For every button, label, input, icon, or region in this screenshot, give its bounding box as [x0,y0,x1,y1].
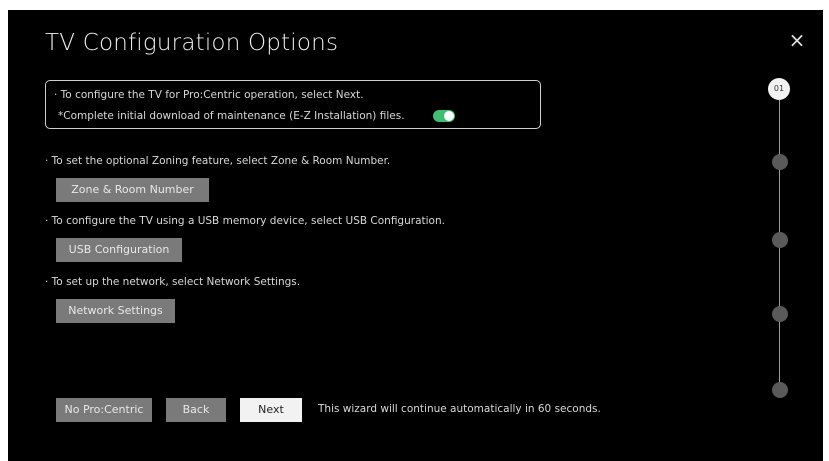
zone-room-number-button[interactable]: Zone & Room Number [56,178,209,202]
step-5-indicator [772,382,788,398]
step-1-indicator: 01 [768,78,790,100]
usb-configuration-button[interactable]: USB Configuration [56,238,182,262]
network-instruction: · To set up the network, select Network … [45,276,301,288]
tv-screen: TV Configuration Options × · To configur… [8,10,823,461]
usb-instruction: · To configure the TV using a USB memory… [45,215,445,227]
next-button[interactable]: Next [240,398,302,422]
step-2-indicator [772,154,788,170]
auto-continue-notice: This wizard will continue automatically … [318,403,601,415]
back-button[interactable]: Back [166,398,226,422]
step-4-indicator [772,306,788,322]
step-3-indicator [772,232,788,248]
toggle-knob [444,111,454,121]
no-procentric-button[interactable]: No Pro:Centric [56,398,152,422]
procentric-instruction: · To configure the TV for Pro:Centric op… [54,89,364,101]
close-icon[interactable]: × [787,30,807,50]
ez-installation-note: *Complete initial download of maintenanc… [58,110,405,122]
page-title: TV Configuration Options [45,30,339,56]
network-settings-button[interactable]: Network Settings [56,299,175,323]
ez-installation-toggle[interactable] [433,110,455,122]
procentric-info-box: · To configure the TV for Pro:Centric op… [45,80,541,129]
zoning-instruction: · To set the optional Zoning feature, se… [45,155,391,167]
